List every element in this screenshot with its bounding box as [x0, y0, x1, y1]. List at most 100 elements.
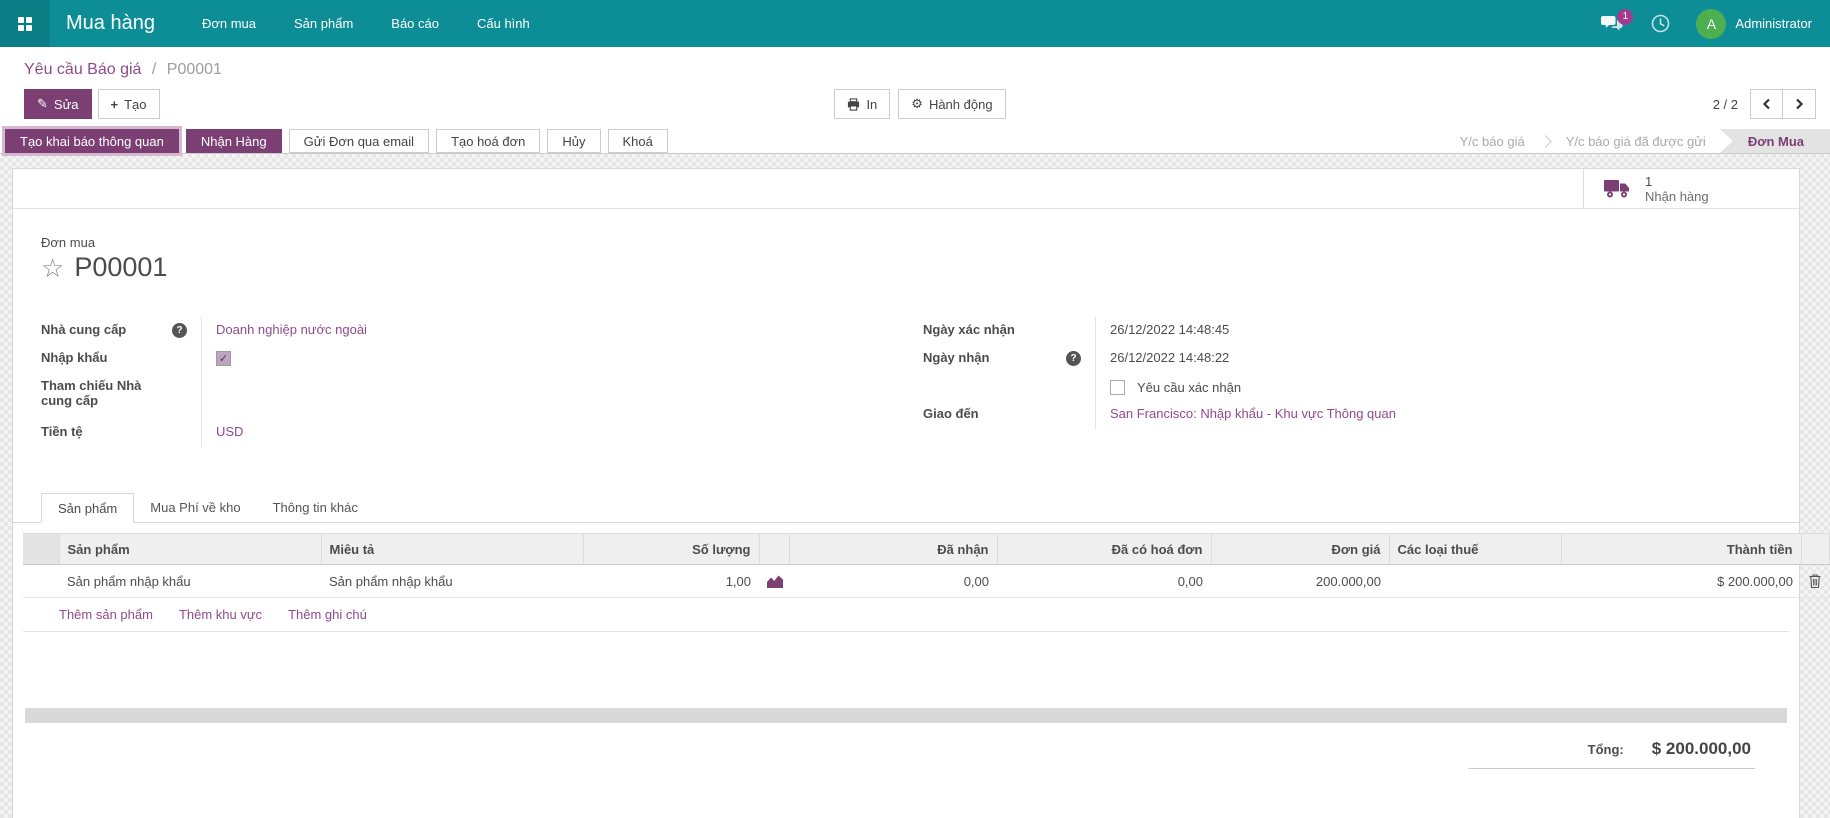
create-button[interactable]: + Tạo	[97, 89, 160, 119]
print-button[interactable]: In	[834, 89, 891, 119]
col-delete	[1801, 533, 1830, 565]
send-by-email-button[interactable]: Gửi Đơn qua email	[288, 129, 430, 153]
user-name: Administrator	[1735, 16, 1812, 31]
action-button-label: Hành động	[928, 96, 993, 112]
main-menu: Đơn mua Sản phẩm Báo cáo Cấu hình	[183, 0, 549, 47]
col-billed[interactable]: Đã có hoá đơn	[997, 533, 1212, 565]
cell-received[interactable]: 0,00	[789, 564, 997, 598]
cell-subtotal: $ 200.000,00	[1561, 564, 1801, 598]
field-ask-confirmation: Yêu cầu xác nhận	[923, 373, 1771, 401]
import-checkbox[interactable]: ✓	[216, 351, 231, 366]
question-circle-icon[interactable]: ?	[1066, 351, 1081, 366]
col-description[interactable]: Miêu tả	[321, 533, 584, 565]
apps-menu-button[interactable]	[0, 0, 50, 47]
action-button[interactable]: ⚙ Hành động	[898, 89, 1006, 119]
tab-other-info[interactable]: Thông tin khác	[257, 493, 374, 523]
cell-forecast	[759, 564, 789, 598]
form-sheet: 1 Nhận hàng Đơn mua ☆ P00001 Nhà cung cấ…	[12, 168, 1830, 818]
control-panel: Yêu cầu Báo giá / P00001 ✎ Sửa + Tạo In	[0, 47, 1830, 129]
tab-products[interactable]: Sản phẩm	[41, 493, 135, 523]
gear-icon: ⚙	[911, 96, 923, 111]
favorite-star-icon[interactable]: ☆	[41, 255, 64, 281]
breadcrumb-parent[interactable]: Yêu cầu Báo giá	[24, 61, 141, 78]
add-note-link[interactable]: Thêm ghi chú	[288, 607, 367, 622]
state-rfq-sent[interactable]: Y/c báo giá đã được gửi	[1562, 129, 1710, 153]
cell-quantity[interactable]: 1,00	[583, 564, 759, 598]
top-navbar: Mua hàng Đơn mua Sản phẩm Báo cáo Cấu hì…	[0, 0, 1830, 47]
cell-product[interactable]: Sản phẩm nhập khẩu	[59, 564, 321, 598]
horizontal-scrollbar[interactable]	[25, 708, 1787, 723]
add-section-link[interactable]: Thêm khu vực	[179, 607, 262, 622]
area-chart-icon[interactable]	[767, 575, 783, 588]
create-button-label: Tạo	[124, 96, 147, 112]
create-bill-button[interactable]: Tạo hoá đơn	[436, 129, 541, 153]
supplier-value[interactable]: Doanh nghiệp nước ngoài	[216, 322, 367, 337]
user-menu[interactable]: A Administrator	[1688, 8, 1820, 39]
col-received[interactable]: Đã nhận	[789, 533, 998, 565]
doc-type-label: Đơn mua	[41, 235, 96, 250]
row-handle[interactable]	[23, 564, 59, 598]
col-taxes[interactable]: Các loại thuế	[1389, 533, 1562, 565]
total-amount: $ 200.000,00	[1651, 739, 1751, 758]
avatar: A	[1696, 8, 1727, 39]
currency-value[interactable]: USD	[216, 424, 243, 439]
total-label: Tổng:	[1587, 742, 1624, 757]
cell-unit-price[interactable]: 200.000,00	[1211, 564, 1389, 598]
table-row[interactable]: Sản phẩm nhập khẩu Sản phẩm nhập khẩu 1,…	[23, 564, 1829, 598]
currency-label: Tiền tệ	[41, 424, 83, 439]
messages-badge: 1	[1617, 8, 1634, 25]
col-product[interactable]: Sản phẩm	[59, 533, 322, 565]
receipt-date-label: Ngày nhận	[923, 350, 990, 365]
activities-button[interactable]	[1641, 8, 1680, 39]
state-purchase-order[interactable]: Đơn Mua	[1719, 129, 1830, 153]
cell-billed[interactable]: 0,00	[997, 564, 1211, 598]
question-circle-icon[interactable]: ?	[172, 323, 187, 338]
tab-landed-costs[interactable]: Mua Phí về kho	[134, 493, 256, 523]
clock-icon	[1652, 14, 1670, 33]
menu-products[interactable]: Sản phẩm	[275, 0, 372, 47]
ask-confirmation-checkbox[interactable]	[1110, 379, 1125, 395]
menu-reporting[interactable]: Báo cáo	[372, 0, 458, 47]
confirm-date-label: Ngày xác nhận	[923, 322, 1015, 337]
cell-description[interactable]: Sản phẩm nhập khẩu	[321, 564, 583, 598]
button-box: 1 Nhận hàng	[13, 169, 1799, 209]
add-product-link[interactable]: Thêm sản phẩm	[59, 607, 153, 622]
vendor-reference-label: Tham chiếu Nhà cung cấp	[41, 378, 142, 408]
menu-purchase-orders[interactable]: Đơn mua	[183, 0, 275, 47]
totals: Tổng: $ 200.000,00	[13, 739, 1755, 777]
col-unit-price[interactable]: Đơn giá	[1211, 533, 1390, 565]
truck-icon	[1604, 179, 1629, 197]
deliver-to-label: Giao đến	[923, 406, 979, 421]
receipt-smart-button[interactable]: 1 Nhận hàng	[1583, 169, 1799, 208]
field-deliver-to: Giao đến San Francisco: Nhập khẩu - Khu …	[923, 401, 1771, 429]
title-block: Đơn mua ☆ P00001	[13, 209, 1799, 283]
col-quantity[interactable]: Số lượng	[583, 533, 760, 565]
state-rfq[interactable]: Y/c báo giá	[1456, 129, 1529, 153]
field-groups: Nhà cung cấp ? Doanh nghiệp nước ngoài N…	[13, 283, 1799, 447]
app-name[interactable]: Mua hàng	[66, 12, 155, 35]
cell-taxes[interactable]	[1389, 564, 1561, 598]
trash-icon[interactable]	[1809, 574, 1821, 588]
col-subtotal[interactable]: Thành tiền	[1561, 533, 1802, 565]
pager-previous-button[interactable]	[1750, 89, 1783, 119]
receive-products-button[interactable]: Nhận Hàng	[185, 129, 282, 153]
messages-button[interactable]: 1	[1591, 8, 1634, 39]
create-customs-declaration-button[interactable]: Tạo khai báo thông quan	[5, 129, 179, 153]
pager-next-button[interactable]	[1783, 89, 1816, 119]
edit-button[interactable]: ✎ Sửa	[24, 89, 92, 119]
record-name: P00001	[74, 252, 168, 282]
chevron-separator-icon	[1538, 134, 1552, 148]
supplier-label: Nhà cung cấp	[41, 322, 127, 337]
edit-button-label: Sửa	[53, 96, 79, 112]
breadcrumb: Yêu cầu Báo giá / P00001	[24, 61, 1830, 79]
deliver-to-value[interactable]: San Francisco: Nhập khẩu - Khu vực Thông…	[1110, 406, 1396, 421]
ask-confirmation-label: Yêu cầu xác nhận	[1137, 379, 1242, 395]
lock-button[interactable]: Khoá	[607, 129, 668, 153]
receipt-count: 1	[1645, 173, 1653, 189]
notebook-tabs: Sản phẩm Mua Phí về kho Thông tin khác	[13, 493, 1799, 523]
apps-grid-icon	[18, 16, 32, 31]
menu-configuration[interactable]: Cấu hình	[458, 0, 549, 47]
cancel-button[interactable]: Hủy	[547, 129, 601, 153]
chevron-right-icon	[1795, 98, 1803, 110]
field-vendor-reference: Tham chiếu Nhà cung cấp	[41, 373, 889, 419]
